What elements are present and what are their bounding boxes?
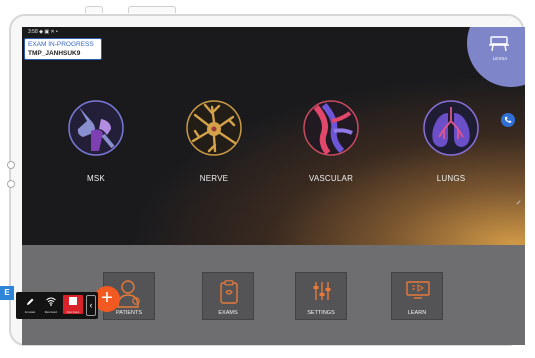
preset-vascular[interactable] bbox=[302, 99, 360, 157]
stop-exam-label: Stop Exam bbox=[66, 311, 80, 314]
learn-button[interactable]: LEARN bbox=[391, 272, 443, 320]
annotate-button[interactable]: Annotate bbox=[20, 295, 40, 314]
msk-knee-icon bbox=[68, 100, 124, 156]
stop-icon bbox=[69, 297, 77, 305]
wifi-icon bbox=[46, 297, 56, 306]
preset-label-vascular: VASCULAR bbox=[308, 174, 354, 183]
exams-button[interactable]: EXAMS bbox=[202, 272, 254, 320]
user-label: LEXSA bbox=[492, 56, 508, 61]
figure-badge: E bbox=[0, 286, 14, 300]
preset-msk[interactable] bbox=[67, 99, 125, 157]
vascular-vessel-icon bbox=[303, 100, 359, 156]
exam-clipboard-icon bbox=[220, 280, 238, 304]
stop-exam-button[interactable]: Stop Exam bbox=[63, 295, 83, 314]
annotate-label: Annotate bbox=[24, 311, 36, 314]
settings-sliders-icon bbox=[313, 282, 331, 300]
preset-nerve[interactable] bbox=[185, 99, 243, 157]
edge-panel-handle[interactable] bbox=[516, 200, 521, 205]
reconnect-label: Reconnect bbox=[44, 311, 58, 314]
settings-label: SETTINGS bbox=[307, 310, 335, 316]
status-bar: 3:58 ◆ ▣ ✕ • ✓ ⇅ ▮ bbox=[22, 27, 525, 37]
nerve-cell-icon bbox=[186, 100, 242, 156]
status-time: 3:58 ◆ ▣ ✕ • bbox=[28, 29, 58, 35]
collapse-toolbar-button[interactable]: ‹ bbox=[86, 295, 96, 316]
phone-icon bbox=[504, 116, 512, 123]
call-button[interactable] bbox=[501, 113, 515, 127]
learn-screen-icon bbox=[406, 281, 430, 299]
user-device-icon bbox=[489, 36, 509, 52]
pencil-icon bbox=[27, 298, 34, 305]
reconnect-button[interactable]: Reconnect bbox=[41, 295, 61, 314]
patient-id: TMP_JANHSUK9 bbox=[28, 50, 81, 57]
preset-area: 3:58 ◆ ▣ ✕ • ✓ ⇅ ▮ EXAM IN-PROGRESS TMP_… bbox=[22, 27, 525, 245]
hardware-button bbox=[85, 6, 103, 13]
exam-status: EXAM IN-PROGRESS bbox=[28, 41, 94, 48]
learn-label: LEARN bbox=[407, 310, 427, 316]
preset-label-msk: MSK bbox=[87, 174, 105, 183]
lungs-icon bbox=[423, 100, 479, 156]
preset-lungs[interactable] bbox=[422, 99, 480, 157]
patient-icon bbox=[117, 280, 140, 308]
exam-status-box[interactable]: EXAM IN-PROGRESS TMP_JANHSUK9 bbox=[24, 38, 102, 60]
settings-button[interactable]: SETTINGS bbox=[295, 272, 347, 320]
hardware-button bbox=[128, 6, 176, 13]
exam-toolbar: Annotate Reconnect Stop Exam ‹ bbox=[16, 292, 98, 319]
preset-label-nerve: NERVE bbox=[199, 174, 229, 183]
side-sensor bbox=[7, 180, 15, 188]
exams-label: EXAMS bbox=[218, 310, 238, 316]
preset-label-lungs: LUNGS bbox=[436, 174, 466, 183]
side-sensor bbox=[7, 161, 15, 169]
